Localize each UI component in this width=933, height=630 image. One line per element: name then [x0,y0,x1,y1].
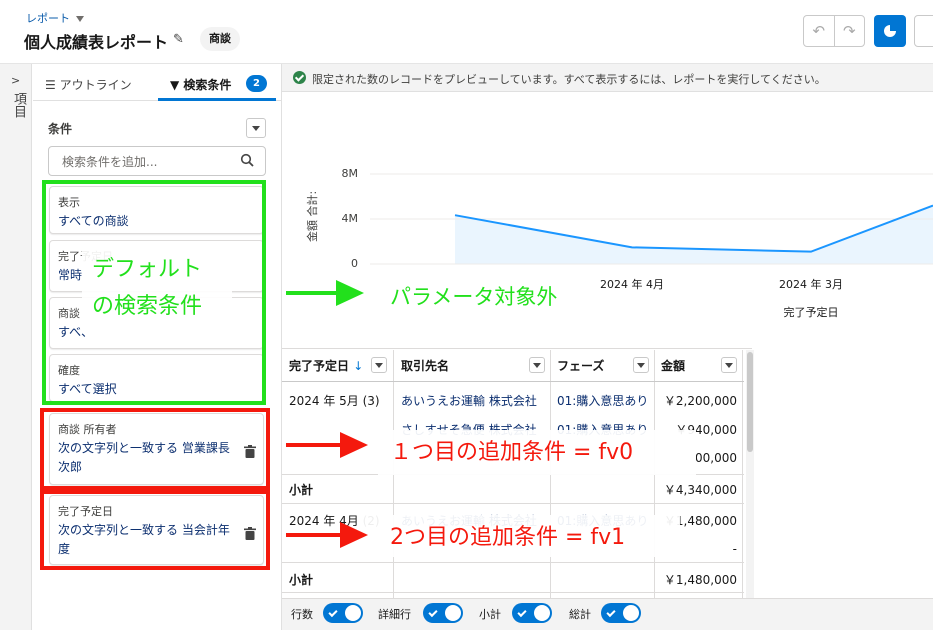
table-cell-amount: ￥1,480,000 [663,573,737,587]
report-chart: 金額 合計: 8M 4M 0 2024 年 4月 2024 年 3月 完了予定日 [282,92,933,348]
chart-toggle-button[interactable] [874,15,906,47]
annotation-fv0-box [40,408,270,490]
toggle-label-row-counts: 行数 [291,608,313,621]
table-cell-amount: - [732,542,737,556]
fields-rail-label: 項目 [11,92,26,118]
column-menu-button[interactable] [371,357,387,373]
column-header-close-date[interactable]: 完了予定日 ↓ [289,352,363,380]
table-cell-date: 2024 年 5月 (3) [289,394,380,408]
y-tick-label: 4M [342,212,359,225]
y-axis-label: 金額 合計: [305,191,319,242]
x-tick-label: 2024 年 3月 [779,277,843,291]
table-cell-amount: ￥4,340,000 [663,483,737,497]
active-tab-indicator [158,98,276,101]
search-icon [240,153,254,167]
column-menu-button[interactable] [633,357,649,373]
breadcrumb-reports[interactable]: レポート [26,10,84,26]
column-menu-button[interactable] [529,357,545,373]
fields-rail[interactable] [0,64,32,630]
toggle-grand-total[interactable] [601,603,641,623]
annotation-fv0-text: １つ目の追加条件 = fv0 [390,440,634,465]
annotation-arrow-red-1 [286,432,368,458]
toggle-row-counts[interactable] [323,603,363,623]
add-filter-placeholder: 検索条件を追加... [62,155,158,169]
tab-filters-label: 検索条件 [183,78,232,92]
table-cell-amount: ￥2,200,000 [663,394,737,408]
filter-count-badge: 2 [246,75,267,92]
table-cell-phase: 01:購入意思あり [557,394,649,408]
table-cell-account[interactable]: あいうえお運輸 株式会社 [401,392,537,409]
redo-icon[interactable]: ↷ [835,16,865,46]
annotation-fv1-box [40,490,270,570]
annotation-arrow-green [286,280,364,306]
report-type-badge: 商談 [200,27,240,51]
toggle-label-detail-rows: 詳細行 [378,608,411,621]
column-header-amount[interactable]: 金額 [661,352,685,380]
row-divider [282,562,744,563]
more-button[interactable] [914,15,933,47]
page-title: 個人成績表レポート [24,33,169,52]
pencil-icon[interactable]: ✎ [173,32,184,47]
row-divider [282,503,744,504]
filter-icon: ▼ [170,78,180,92]
chevron-right-icon[interactable]: > [11,74,20,87]
caret-down-icon[interactable] [76,16,84,22]
column-menu-button[interactable] [721,357,737,373]
x-axis-label: 完了予定日 [784,305,839,319]
conditions-label: 条件 [48,122,73,136]
annotation-arrow-red-2 [286,522,368,548]
toggle-label-subtotals: 小計 [479,608,501,621]
column-header-account[interactable]: 取引先名 [401,352,449,380]
annotation-param-excluded: パラメータ対象外 [390,285,558,309]
chart-area-fill [455,205,933,264]
y-tick-label: 8M [342,167,359,180]
table-cell-date: 小計 [289,483,314,497]
x-tick-label: 2024 年 4月 [600,277,664,291]
undo-redo-group: ↶ ↷ [803,15,865,47]
success-check-icon [293,71,306,84]
toggle-detail-rows[interactable] [423,603,463,623]
annotation-default-text-1: デフォルト [92,257,203,282]
table-scrollbar-thumb[interactable] [747,352,753,452]
tab-outline[interactable]: ☰ アウトライン [45,76,132,93]
annotation-fv1-text: 2つ目の追加条件 = fv1 [390,525,626,550]
column-header-label: 完了予定日 [289,359,350,373]
y-tick-label: 0 [351,257,358,270]
tab-outline-label: アウトライン [59,78,132,92]
chart-svg: 金額 合計: 8M 4M 0 2024 年 4月 2024 年 3月 完了予定日 [305,167,933,319]
breadcrumb-label: レポート [26,12,70,25]
tab-filters[interactable]: ▼ 検索条件 [170,76,231,93]
sort-arrow-icon: ↓ [353,359,364,373]
table-cell-date: 小計 [289,573,314,587]
toggle-subtotals[interactable] [512,603,552,623]
conditions-dropdown[interactable] [246,118,266,138]
row-divider [282,592,744,593]
undo-icon[interactable]: ↶ [804,16,835,46]
report-builder-root: レポート 個人成績表レポート ✎ 商談 ↶ ↷ > 項目 ☰ アウトライン ▼ … [0,0,933,630]
toggle-label-grand-total: 総計 [569,608,591,621]
header-divider [282,381,744,382]
table-cell-amount: 00,000 [695,451,737,465]
preview-notice-text: 限定された数のレコードをプレビューしています。すべて表示するには、レポートを実行… [312,73,826,86]
annotation-default-text-2: の検索条件 [92,294,203,319]
column-header-phase[interactable]: フェーズ [557,352,604,380]
